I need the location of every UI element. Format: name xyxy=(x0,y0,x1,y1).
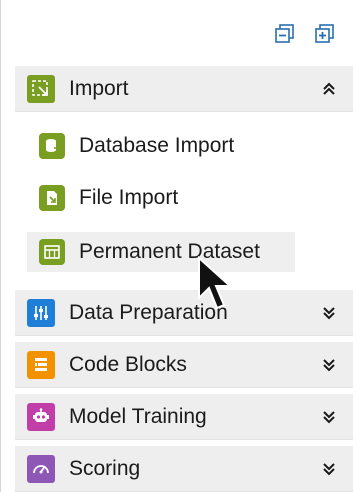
chevron-down-icon[interactable] xyxy=(317,301,341,325)
section-label-model-training: Model Training xyxy=(69,404,207,428)
section-code-blocks[interactable]: Code Blocks xyxy=(15,342,353,388)
sliders-icon xyxy=(27,298,55,327)
list-item-file-import[interactable]: File Import xyxy=(27,178,190,218)
list-item-permanent-dataset[interactable]: Permanent Dataset xyxy=(27,232,295,272)
expand-all-button[interactable] xyxy=(313,22,337,46)
gauge-icon xyxy=(27,454,55,483)
section-label-scoring: Scoring xyxy=(69,456,141,480)
mouse-cursor-icon xyxy=(198,256,233,310)
list-item-database-import[interactable]: Database Import xyxy=(27,126,246,166)
section-data-preparation[interactable]: Data Preparation xyxy=(15,290,353,336)
section-label-code-blocks: Code Blocks xyxy=(69,352,187,376)
list-item-label: Database Import xyxy=(79,134,235,157)
section-label-import: Import xyxy=(69,76,129,100)
chevron-down-icon[interactable] xyxy=(317,405,341,429)
collapse-all-icon xyxy=(275,24,294,43)
table-icon xyxy=(39,239,65,265)
collapse-all-button[interactable] xyxy=(273,22,297,46)
chevron-down-icon[interactable] xyxy=(317,457,341,481)
code-blocks-icon xyxy=(27,350,55,379)
palette-toolbar xyxy=(273,22,337,46)
file-import-icon xyxy=(39,185,65,211)
list-item-label: File Import xyxy=(79,186,179,209)
section-import[interactable]: Import xyxy=(15,66,353,112)
database-import-icon xyxy=(39,133,65,159)
expand-all-icon xyxy=(315,24,334,43)
chevron-up-icon[interactable] xyxy=(317,77,341,101)
section-label-data-preparation: Data Preparation xyxy=(69,300,228,324)
import-icon xyxy=(27,74,55,103)
import-items-list: Database Import File Import Permanent Da… xyxy=(15,118,353,288)
node-palette-panel: Import Database Import File Import Perma… xyxy=(0,0,357,492)
section-model-training[interactable]: Model Training xyxy=(15,394,353,440)
section-scoring[interactable]: Scoring xyxy=(15,446,353,492)
chevron-down-icon[interactable] xyxy=(317,353,341,377)
robot-icon xyxy=(27,402,55,431)
